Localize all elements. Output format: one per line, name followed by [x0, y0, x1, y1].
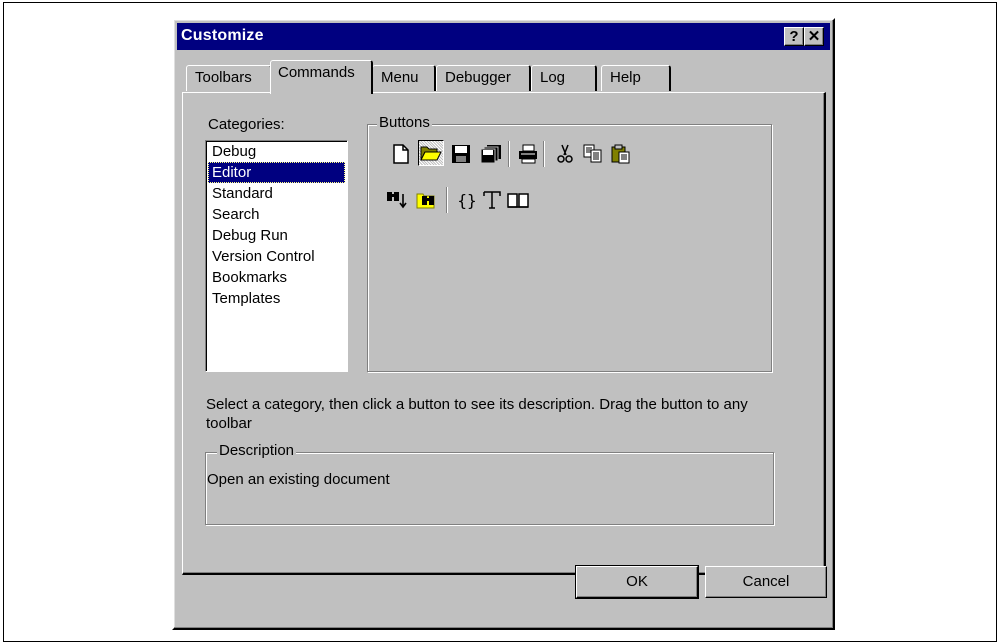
copy-icon[interactable] — [580, 141, 606, 167]
save-icon[interactable] — [448, 141, 474, 167]
category-item-bookmarks[interactable]: Bookmarks — [208, 267, 345, 288]
find-in-files-icon[interactable] — [414, 187, 440, 213]
description-group — [205, 452, 774, 525]
font-icon[interactable] — [479, 187, 505, 213]
tab-debugger[interactable]: Debugger — [436, 65, 531, 91]
cancel-button[interactable]: Cancel — [705, 566, 827, 598]
find-icon[interactable] — [384, 187, 410, 213]
tab-menu[interactable]: Menu — [372, 65, 436, 91]
category-item-debug[interactable]: Debug — [208, 141, 345, 162]
save-all-icon[interactable] — [478, 141, 504, 167]
title-bar[interactable]: Customize ? ✕ — [177, 23, 830, 50]
book-icon[interactable] — [505, 187, 531, 213]
help-button[interactable]: ? — [784, 27, 804, 46]
window-title: Customize — [181, 27, 264, 44]
print-icon[interactable] — [515, 141, 541, 167]
close-button[interactable]: ✕ — [804, 27, 824, 46]
ok-button[interactable]: OK — [575, 565, 699, 599]
new-document-icon[interactable] — [388, 141, 414, 167]
category-item-debug-run[interactable]: Debug Run — [208, 225, 345, 246]
cut-icon[interactable] — [552, 141, 578, 167]
toolbar-separator — [543, 141, 545, 167]
category-item-search[interactable]: Search — [208, 204, 345, 225]
categories-label: Categories: — [208, 116, 285, 133]
description-text: Open an existing document — [207, 471, 390, 488]
categories-list[interactable]: Debug Editor Standard Search Debug Run V… — [205, 140, 348, 372]
category-item-standard[interactable]: Standard — [208, 183, 345, 204]
open-folder-icon[interactable] — [418, 140, 444, 166]
category-item-editor[interactable]: Editor — [208, 162, 345, 183]
braces-icon[interactable]: {} — [454, 187, 480, 213]
category-item-templates[interactable]: Templates — [208, 288, 345, 309]
toolbar-separator — [508, 141, 510, 167]
tab-help[interactable]: Help — [601, 65, 671, 91]
tab-toolbars[interactable]: Toolbars — [186, 65, 272, 91]
paste-icon[interactable] — [608, 141, 634, 167]
tab-commands[interactable]: Commands — [270, 60, 373, 94]
toolbar-separator — [446, 187, 448, 213]
tab-log[interactable]: Log — [531, 65, 597, 91]
description-label: Description — [217, 442, 297, 459]
category-item-version-control[interactable]: Version Control — [208, 246, 345, 267]
buttons-group-label: Buttons — [377, 114, 432, 131]
hint-text: Select a category, then click a button t… — [206, 396, 748, 432]
